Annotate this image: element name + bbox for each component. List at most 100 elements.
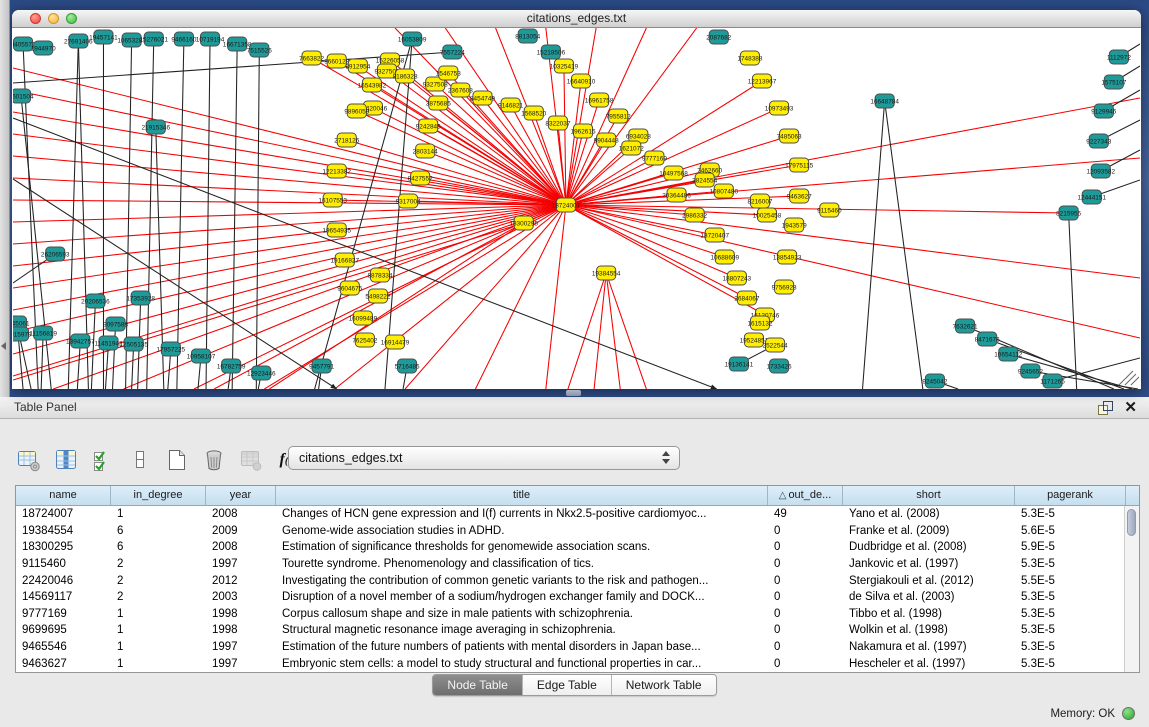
table-cell[interactable]: Estimation of significance thresholds fo… [276,541,768,553]
table-cell[interactable]: 18300295 [16,541,111,553]
row-format-icon[interactable] [127,446,153,474]
graph-node[interactable]: 8878334 [367,268,392,282]
import-table-icon[interactable] [238,446,264,474]
graph-node[interactable]: 16640910 [567,74,596,88]
new-table-icon[interactable] [164,446,190,474]
table-cell[interactable]: 1998 [206,624,276,636]
table-cell[interactable]: 1997 [206,558,276,570]
graph-node[interactable]: 9146821 [498,98,523,112]
table-cell[interactable]: 1997 [206,641,276,653]
table-cell[interactable]: Embryonic stem cells: a model to study s… [276,658,768,670]
graph-node[interactable]: 1615132 [747,316,772,330]
graph-node[interactable]: 16782759 [217,359,246,373]
vertical-scrollbar[interactable] [1124,506,1139,672]
column-header-name[interactable]: name [16,486,111,505]
graph-node[interactable]: 12093582 [1086,164,1115,178]
collapsed-panel-gutter[interactable] [0,0,10,397]
graph-node[interactable]: 2803144 [413,144,438,158]
delete-table-icon[interactable] [201,446,227,474]
table-cell[interactable]: Estimation of the future numbers of pati… [276,641,768,653]
table-cell[interactable]: Franke et al. (2009) [843,525,1015,537]
citation-edge-black[interactable] [41,333,43,389]
table-settings-icon[interactable] [16,446,42,474]
graph-node[interactable]: 13942757 [66,334,95,348]
citation-edge-red[interactable] [13,90,566,205]
table-cell[interactable]: 5.9E-5 [1015,541,1124,553]
citation-edge-red[interactable] [566,148,631,205]
column-header-pagerank[interactable]: pagerank [1015,486,1126,505]
graph-node[interactable]: 10025458 [753,208,782,222]
graph-node[interactable]: 2684067 [734,291,759,305]
table-cell[interactable]: Changes of HCN gene expression and I(f) … [276,508,768,520]
column-header-year[interactable]: year [206,486,276,505]
table-cell[interactable]: 6 [111,525,206,537]
table-cell[interactable]: 0 [768,525,843,537]
network-canvas[interactable]: 9405571194497027691406194571411065328715… [13,28,1140,389]
table-cell[interactable]: 2008 [206,508,276,520]
graph-node[interactable]: 1943579 [782,218,807,232]
graph-node[interactable]: 7625402 [352,333,377,347]
citation-edge-red[interactable] [606,273,620,389]
graph-node[interactable]: 1171265 [1040,374,1065,388]
table-cell[interactable]: 2008 [206,541,276,553]
table-cell[interactable]: 9777169 [16,608,111,620]
table-row[interactable]: 969969511998Structural magnetic resonanc… [16,622,1124,639]
table-cell[interactable]: 5.3E-5 [1015,558,1124,570]
scrollbar-thumb[interactable] [1127,509,1136,536]
graph-node[interactable]: 16961758 [585,93,614,107]
column-header-in-degree[interactable]: in_degree [111,486,206,505]
table-cell[interactable]: Tourette syndrome. Phenomenology and cla… [276,558,768,570]
graph-node[interactable]: 3875685 [426,96,451,110]
select-rows-icon[interactable] [90,446,116,474]
graph-node[interactable]: 9317004 [396,194,421,208]
graph-node[interactable]: 7663822 [299,51,324,65]
graph-node[interactable]: 12213382 [322,164,351,178]
tab-network-table[interactable]: Network Table [612,675,716,695]
graph-node[interactable]: 12444151 [1077,190,1106,204]
table-row[interactable]: 1938455462009Genome-wide association stu… [16,523,1124,540]
table-cell[interactable]: 0 [768,608,843,620]
citation-edge-black[interactable] [885,101,923,389]
table-row[interactable]: 911546021997Tourette syndrome. Phenomeno… [16,556,1124,573]
graph-node[interactable]: 17353928 [126,291,155,305]
graph-node[interactable]: 15218506 [537,45,566,59]
graph-node[interactable]: 8427552 [408,171,433,185]
expand-panel-arrow-icon[interactable] [1,342,6,350]
graph-node[interactable]: 2522544 [763,338,788,352]
graph-node[interactable]: 10688609 [710,250,739,264]
graph-node[interactable]: 10325419 [550,59,579,73]
table-cell[interactable]: 9699695 [16,624,111,636]
citation-edge-red[interactable] [566,205,1140,338]
tab-node-table[interactable]: Node Table [433,675,523,695]
graph-node[interactable]: 2601504 [13,89,34,103]
citation-edge-black[interactable] [177,39,184,389]
table-cell[interactable]: Investigating the contribution of common… [276,575,768,587]
table-cell[interactable]: 0 [768,641,843,653]
table-cell[interactable]: 9115460 [16,558,111,570]
citation-edge-black[interactable] [147,39,154,389]
graph-node[interactable]: 26206593 [41,247,70,261]
graph-node[interactable]: 8215955 [1056,206,1081,220]
table-cell[interactable]: 5.3E-5 [1015,658,1124,670]
table-cell[interactable]: Stergiakouli et al. (2012) [843,575,1015,587]
citation-network-graph[interactable]: 9405571194497027691406194571411065328715… [13,28,1140,389]
graph-node[interactable]: 11156819 [29,326,57,340]
table-cell[interactable]: 1 [111,508,206,520]
table-cell[interactable]: Dudbridge et al. (2008) [843,541,1015,553]
table-cell[interactable]: 1 [111,624,206,636]
graph-node[interactable]: 10807480 [709,184,738,198]
table-cell[interactable]: 9463627 [16,658,111,670]
table-row[interactable]: 977716911998Corpus callosum shape and si… [16,606,1124,623]
table-row[interactable]: 1872400712008Changes of HCN gene express… [16,506,1124,523]
table-cell[interactable]: 0 [768,558,843,570]
graph-node[interactable]: 5498222 [365,289,390,303]
table-row[interactable]: 946554611997Estimation of the future num… [16,639,1124,656]
graph-node[interactable]: 9097588 [103,317,128,331]
graph-node[interactable]: 9227343 [1086,134,1111,148]
network-view-window[interactable]: citations_edges.txt 94055711944970276914… [12,10,1141,389]
graph-node[interactable]: 13854923 [773,250,802,264]
citation-edge-red[interactable] [13,205,566,354]
table-cell[interactable]: 0 [768,591,843,603]
citation-edge-red[interactable] [566,81,581,205]
graph-node[interactable]: 19384554 [592,266,621,280]
